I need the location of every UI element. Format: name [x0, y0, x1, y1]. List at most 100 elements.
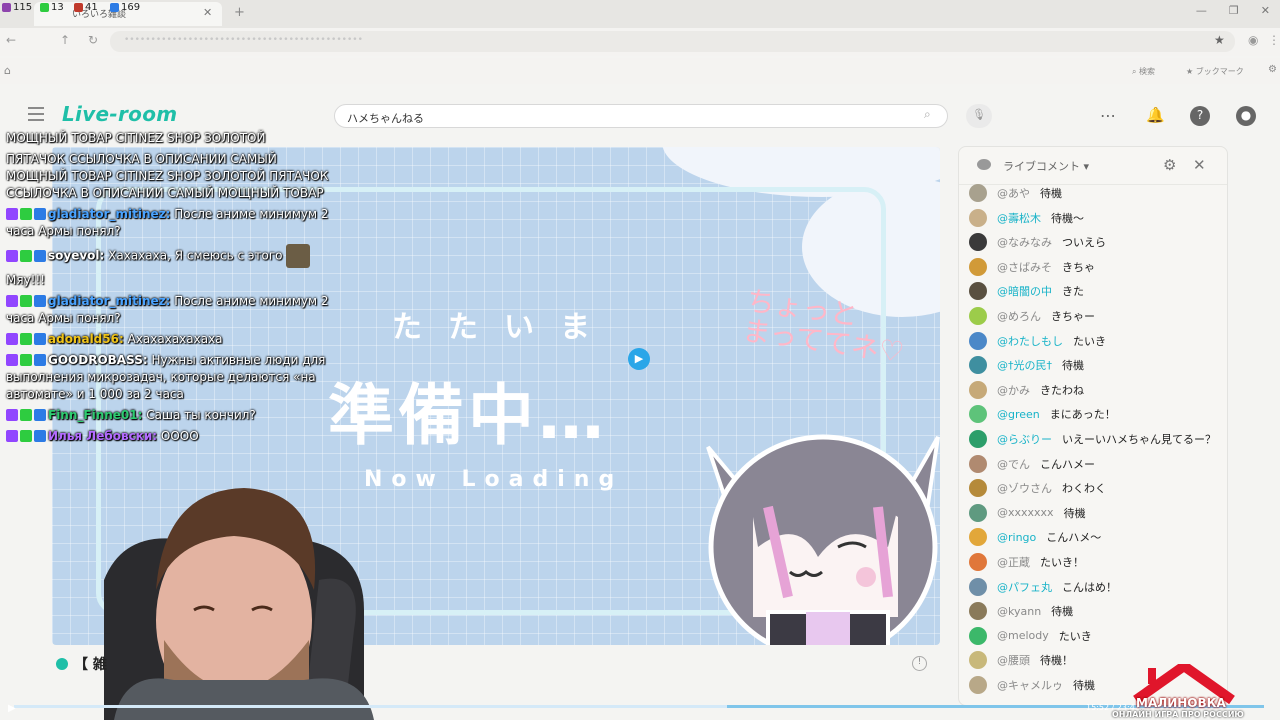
avatar[interactable]	[969, 676, 987, 694]
mic-icon[interactable]: 🎙	[966, 104, 992, 128]
search-input[interactable]: ハメちゃんねる	[334, 104, 948, 128]
avatar[interactable]	[969, 331, 987, 350]
avatar[interactable]	[969, 577, 987, 596]
avatar[interactable]	[969, 307, 987, 325]
chat-username: soyevol:	[48, 248, 105, 263]
search-icon[interactable]: ⌕	[924, 107, 931, 122]
chat-username[interactable]: @暗闇の中	[997, 283, 1052, 299]
bookmark-list[interactable]: ★ ブックマーク	[1186, 66, 1244, 77]
avatar[interactable]	[969, 602, 987, 621]
avatar[interactable]	[969, 430, 987, 448]
more-icon[interactable]: ⋯	[1100, 106, 1116, 125]
minimize-icon[interactable]: —	[1196, 4, 1207, 17]
help-icon[interactable]: ?	[1190, 106, 1210, 126]
live-dot-icon	[56, 658, 68, 670]
chat-username[interactable]: @正蔵	[997, 554, 1030, 570]
platform-icon	[6, 208, 18, 220]
avatar[interactable]	[969, 356, 987, 375]
platform-icon	[6, 249, 18, 262]
avatar[interactable]	[969, 651, 987, 670]
chat-username[interactable]: @xxxxxxx	[997, 506, 1054, 519]
chat-username[interactable]: @†光の民†	[997, 357, 1052, 373]
tab-close-icon[interactable]: ✕	[203, 6, 212, 19]
avatar[interactable]	[969, 528, 987, 547]
avatar[interactable]	[969, 553, 987, 571]
chat-username[interactable]: @キャメルゥ	[997, 677, 1063, 693]
chat-username[interactable]: @ringo	[997, 531, 1036, 544]
chat-username[interactable]: @壽松木	[997, 210, 1041, 226]
chat-username[interactable]: @パフェ丸	[997, 579, 1052, 595]
chat-username[interactable]: @わたしもし	[997, 333, 1063, 349]
maximize-icon[interactable]: ❐	[1229, 4, 1239, 17]
chat-username[interactable]: @green	[997, 408, 1040, 421]
address-bar[interactable]: ••••••••••••••••••••••••••••••••••••••••…	[110, 31, 1235, 52]
badge-icon	[20, 409, 32, 421]
chat-username[interactable]: @でん	[997, 456, 1030, 472]
chat-username[interactable]: @あや	[997, 185, 1030, 201]
forward-icon[interactable]: ↑	[60, 33, 70, 47]
chat-title[interactable]: ライブコメント ▾	[1003, 158, 1089, 174]
bookmark-search[interactable]: ⌕ 検索	[1132, 66, 1155, 77]
menu-icon[interactable]: ⋮	[1268, 33, 1280, 47]
badge-icon	[20, 295, 32, 307]
chat-row: @キャメルゥ 待機	[969, 674, 1095, 696]
badge-icon	[20, 430, 32, 442]
stream-overlay-chat: МОЩНЫЙ ТОВАР CITINEZ SHOP ЗОЛОТОЙ ПЯТАЧОК…	[6, 130, 336, 449]
chat-username: Илья Лебовски:	[48, 429, 158, 443]
back-icon[interactable]: ←	[6, 33, 16, 47]
overlay-chat-message: gladiator_mitinez: После аниме минимум 2…	[6, 293, 336, 327]
avatar[interactable]	[969, 380, 987, 399]
chat-username[interactable]: @melody	[997, 629, 1049, 642]
close-window-icon[interactable]: ✕	[1261, 4, 1270, 17]
bookmark-gear-icon[interactable]: ⚙	[1268, 64, 1277, 75]
chat-text: 待機	[1073, 679, 1095, 692]
chat-row: @さばみそ きちゃ	[969, 256, 1095, 278]
avatar[interactable]	[969, 479, 987, 498]
chat-username[interactable]: @ゾウさん	[997, 480, 1052, 496]
home-icon[interactable]: ⌂	[4, 64, 11, 77]
chat-username[interactable]: @腰頭	[997, 652, 1030, 668]
account-icon[interactable]: ◉	[1248, 33, 1258, 47]
site-logo[interactable]: Live-room	[62, 102, 177, 126]
avatar[interactable]	[969, 405, 987, 424]
bell-icon[interactable]: 🔔	[1146, 106, 1165, 124]
avatar[interactable]	[969, 184, 987, 202]
chat-username[interactable]: @かみ	[997, 382, 1030, 398]
avatar[interactable]	[969, 233, 987, 252]
vk-icon	[74, 3, 83, 12]
play-button[interactable]: ▶	[8, 703, 16, 714]
stat-value: 169	[121, 2, 141, 13]
chat-text: こんはめ！	[1062, 580, 1117, 594]
new-tab-icon[interactable]: +	[234, 5, 245, 20]
chat-row: @ringo こんハメ〜	[969, 526, 1101, 548]
stat-viewers: 169	[110, 2, 140, 13]
overlay-chat-message: soyevol: Хахахаха, Я смеюсь с этого	[6, 244, 336, 268]
chat-text: きたわね	[1040, 383, 1084, 397]
chat-username[interactable]: @めろん	[997, 308, 1041, 324]
chat-username[interactable]: @kyann	[997, 605, 1041, 618]
reload-icon[interactable]: ↻	[88, 33, 98, 47]
badge-icon	[34, 354, 46, 366]
avatar[interactable]	[969, 257, 987, 276]
badge-icon	[34, 208, 46, 220]
avatar[interactable]	[969, 454, 987, 473]
avatar[interactable]	[969, 626, 987, 645]
chat-username[interactable]: @らぶりー	[997, 431, 1052, 447]
badge-icon	[34, 409, 46, 421]
avatar[interactable]	[969, 503, 987, 522]
chat-username[interactable]: @なみなみ	[997, 234, 1052, 250]
chat-text: きちゃー	[1051, 310, 1095, 323]
chat-username[interactable]: @さばみそ	[997, 259, 1052, 275]
user-icon[interactable]: ●	[1236, 106, 1256, 126]
play-icon[interactable]: ▶	[628, 348, 650, 370]
platform-icon	[6, 354, 18, 366]
star-icon[interactable]: ★	[1214, 33, 1225, 47]
info-icon[interactable]: !	[912, 656, 927, 671]
gear-icon[interactable]: ⚙	[1163, 156, 1176, 174]
hamburger-icon[interactable]	[28, 107, 44, 121]
close-icon[interactable]: ✕	[1193, 156, 1206, 174]
chat-username: gladiator_mitinez:	[48, 207, 171, 221]
avatar[interactable]	[969, 282, 987, 301]
bookmark-row	[0, 58, 1280, 84]
avatar[interactable]	[969, 208, 987, 227]
